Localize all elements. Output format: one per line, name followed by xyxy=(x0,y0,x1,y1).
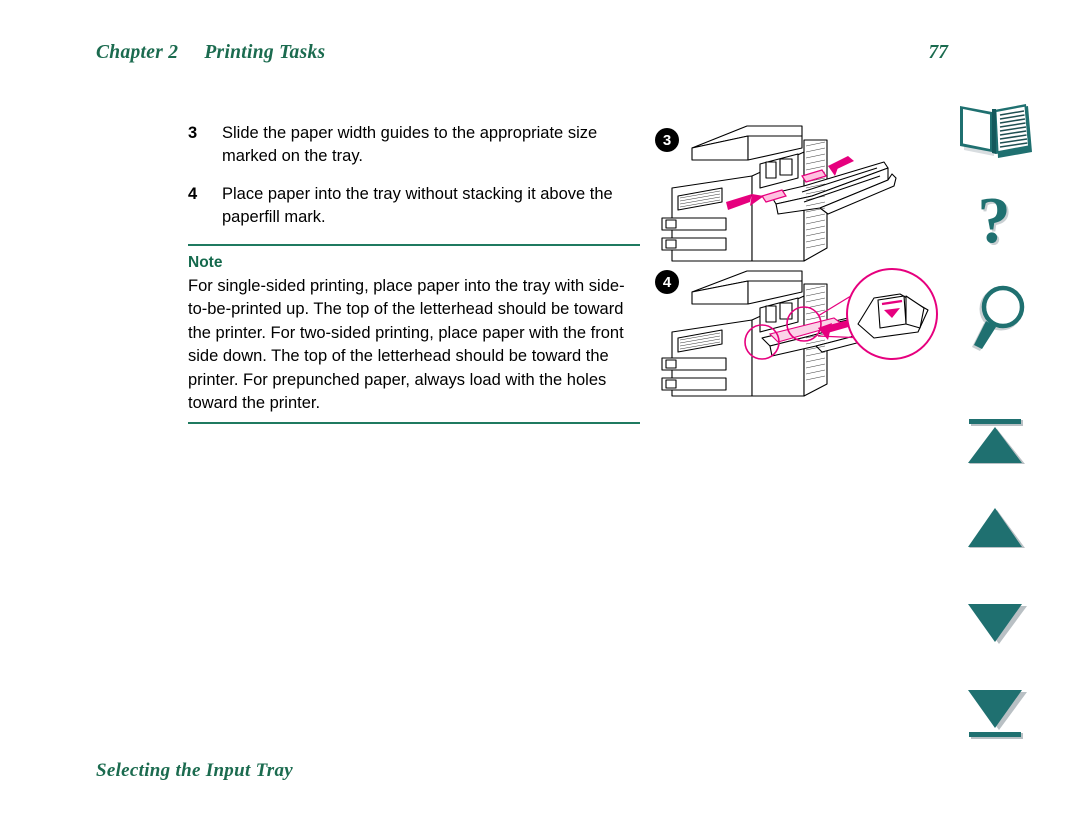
step-item: 4 Place paper into the tray without stac… xyxy=(188,183,640,230)
page-number: 77 xyxy=(928,42,949,63)
note-body: For single-sided printing, place paper i… xyxy=(188,276,625,412)
illustration-step-4 xyxy=(652,266,952,403)
illustration-step-3 xyxy=(652,118,952,268)
note-top-divider xyxy=(188,243,640,246)
first-page-icon[interactable] xyxy=(950,418,1042,468)
svg-text:?: ? xyxy=(978,188,1011,257)
footer-section-title: Selecting the Input Tray xyxy=(96,760,294,781)
illustration-step-badge-3: 3 xyxy=(655,128,679,152)
question-icon[interactable]: ? ? xyxy=(950,188,1042,266)
step-text: Slide the paper width guides to the appr… xyxy=(222,124,598,166)
magnifier-icon[interactable] xyxy=(950,285,1042,357)
step-number: 4 xyxy=(188,184,198,203)
page-footer: Selecting the Input Tray xyxy=(96,760,293,782)
note-label: Note xyxy=(188,253,223,271)
document-page: { "header": { "chapter": "Chapter 2", "t… xyxy=(0,0,1080,834)
last-page-icon[interactable] xyxy=(950,688,1042,744)
book-icon[interactable] xyxy=(950,100,1042,162)
step-item: 3 Slide the paper width guides to the ap… xyxy=(188,122,640,169)
page-header: Chapter 2 Printing Tasks 77 xyxy=(96,42,984,64)
body-text-column: 3 Slide the paper width guides to the ap… xyxy=(188,122,640,425)
step-text: Place paper into the tray without stacki… xyxy=(222,184,613,227)
step-number: 3 xyxy=(188,124,198,142)
header-chapter-label: Chapter 2 xyxy=(96,42,179,63)
header-chapter-title: Printing Tasks xyxy=(204,42,326,63)
illustration-step-badge-4: 4 xyxy=(655,270,679,294)
previous-page-icon[interactable] xyxy=(950,505,1042,553)
note-bottom-divider xyxy=(188,422,640,425)
next-page-icon[interactable] xyxy=(950,600,1042,648)
